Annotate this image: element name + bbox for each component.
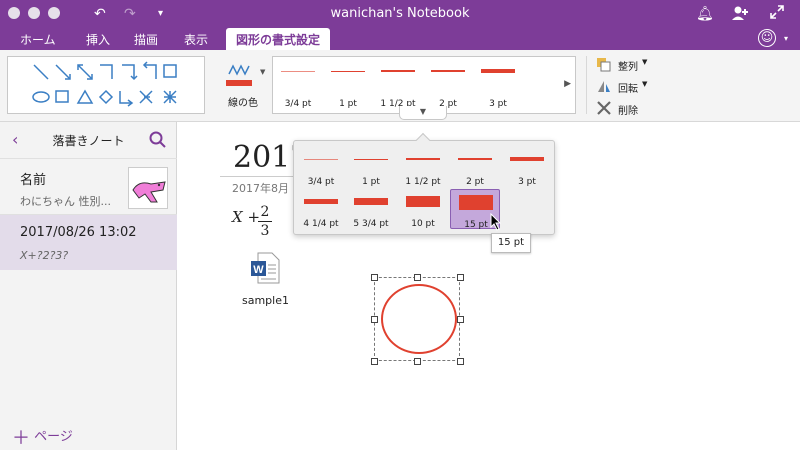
delete-icon (597, 101, 611, 115)
gallery-weight-3-4pt[interactable]: 3/4 pt (273, 57, 323, 115)
resize-handle[interactable] (371, 316, 378, 323)
shapes-icons[interactable] (8, 57, 206, 115)
resize-handle[interactable] (414, 358, 421, 365)
add-page-button[interactable]: ＋ ページ (12, 424, 73, 450)
line-color-button[interactable]: 線の色 ▼ (224, 58, 268, 110)
line-color-swatch (226, 80, 252, 86)
tab-view[interactable]: 表示 (184, 31, 208, 48)
ribbon: 線の色 ▼ 3/4 pt 1 pt 1 1/2 pt 2 pt 3 pt ▶ ▼… (0, 50, 800, 122)
page-date: 2017年8月 (232, 182, 289, 195)
fraction: 2 3 (258, 204, 272, 239)
rotate-icon (598, 81, 610, 92)
resize-handle[interactable] (414, 274, 421, 281)
line-weight-dropdown: 3/4 pt 1 pt 1 1/2 pt 2 pt 3 pt 4 1/4 pt … (293, 132, 555, 235)
page-item-name[interactable]: 名前 わにちゃん 性別... (0, 158, 177, 214)
tab-shape-format[interactable]: 図形の書式設定 (226, 28, 331, 50)
weight-option-3-4pt[interactable]: 3/4 pt (296, 147, 346, 187)
weight-option-4-1-4pt[interactable]: 4 1/4 pt (296, 189, 346, 229)
word-document-icon[interactable]: W (250, 252, 280, 284)
weight-option-1pt[interactable]: 1 pt (346, 147, 396, 187)
math-equation[interactable]: X + 2 3 (232, 204, 272, 239)
resize-handle[interactable] (371, 274, 378, 281)
page-item-date[interactable]: 2017/08/26 13:02 X+?2?3? (0, 214, 177, 270)
search-icon[interactable] (148, 130, 168, 150)
resize-handle[interactable] (457, 274, 464, 281)
ribbon-tabs: ホーム 挿入 描画 表示 図形の書式設定 ☺ ▾ (0, 28, 800, 50)
weight-option-2pt[interactable]: 2 pt (450, 147, 500, 187)
ribbon-separator (586, 56, 587, 114)
line-color-icon (228, 64, 250, 76)
weight-option-5-3-4pt[interactable]: 5 3/4 pt (346, 189, 396, 229)
mouse-cursor-icon (490, 213, 502, 231)
shapes-gallery (7, 56, 205, 114)
page-thumbnail (128, 167, 168, 209)
weight-option-1-1-2pt[interactable]: 1 1/2 pt (398, 147, 448, 187)
rotate-button[interactable]: 回転 ▼ (596, 78, 676, 96)
arrange-button[interactable]: 整列 ▼ (596, 56, 676, 74)
resize-handle[interactable] (457, 316, 464, 323)
gallery-weight-1pt[interactable]: 1 pt (323, 57, 373, 115)
svg-text:W: W (253, 264, 264, 276)
bell-icon[interactable]: 🔔︎ (696, 5, 714, 23)
chevron-down-icon[interactable]: ▼ (260, 68, 265, 76)
title-bar: ↶ ↷ ▾ wanichan's Notebook 🔔︎ (0, 0, 800, 28)
ellipse-shape[interactable] (381, 284, 457, 354)
gallery-next-icon[interactable]: ▶ (564, 79, 571, 89)
tab-home[interactable]: ホーム (20, 31, 56, 48)
tooltip: 15 pt (491, 233, 531, 253)
resize-handle[interactable] (371, 358, 378, 365)
attachment-label: sample1 (242, 294, 289, 307)
tab-insert[interactable]: 挿入 (86, 31, 110, 48)
page-list-sidebar: ‹ 落書きノート 名前 わにちゃん 性別... 2017/08/26 13:02… (0, 122, 177, 450)
sidebar-header: ‹ 落書きノート (0, 122, 177, 158)
line-color-label: 線の色 (228, 98, 258, 109)
window-title: wanichan's Notebook (330, 6, 470, 21)
add-person-icon[interactable] (731, 5, 749, 26)
fullscreen-icon[interactable] (770, 5, 784, 24)
plus-icon: ＋ (12, 428, 30, 449)
resize-handle[interactable] (457, 358, 464, 365)
tab-draw[interactable]: 描画 (134, 31, 158, 48)
chevron-down-icon[interactable]: ▾ (784, 34, 788, 43)
arrange-icon (597, 58, 611, 72)
delete-button[interactable]: 削除 (596, 100, 676, 118)
weight-option-10pt[interactable]: 10 pt (398, 189, 448, 229)
smiley-feedback-icon[interactable]: ☺ (758, 29, 776, 47)
gallery-weight-3pt[interactable]: 3 pt (473, 57, 523, 115)
gallery-expand-button[interactable]: ▼ (399, 106, 447, 120)
weight-option-3pt[interactable]: 3 pt (502, 147, 552, 187)
